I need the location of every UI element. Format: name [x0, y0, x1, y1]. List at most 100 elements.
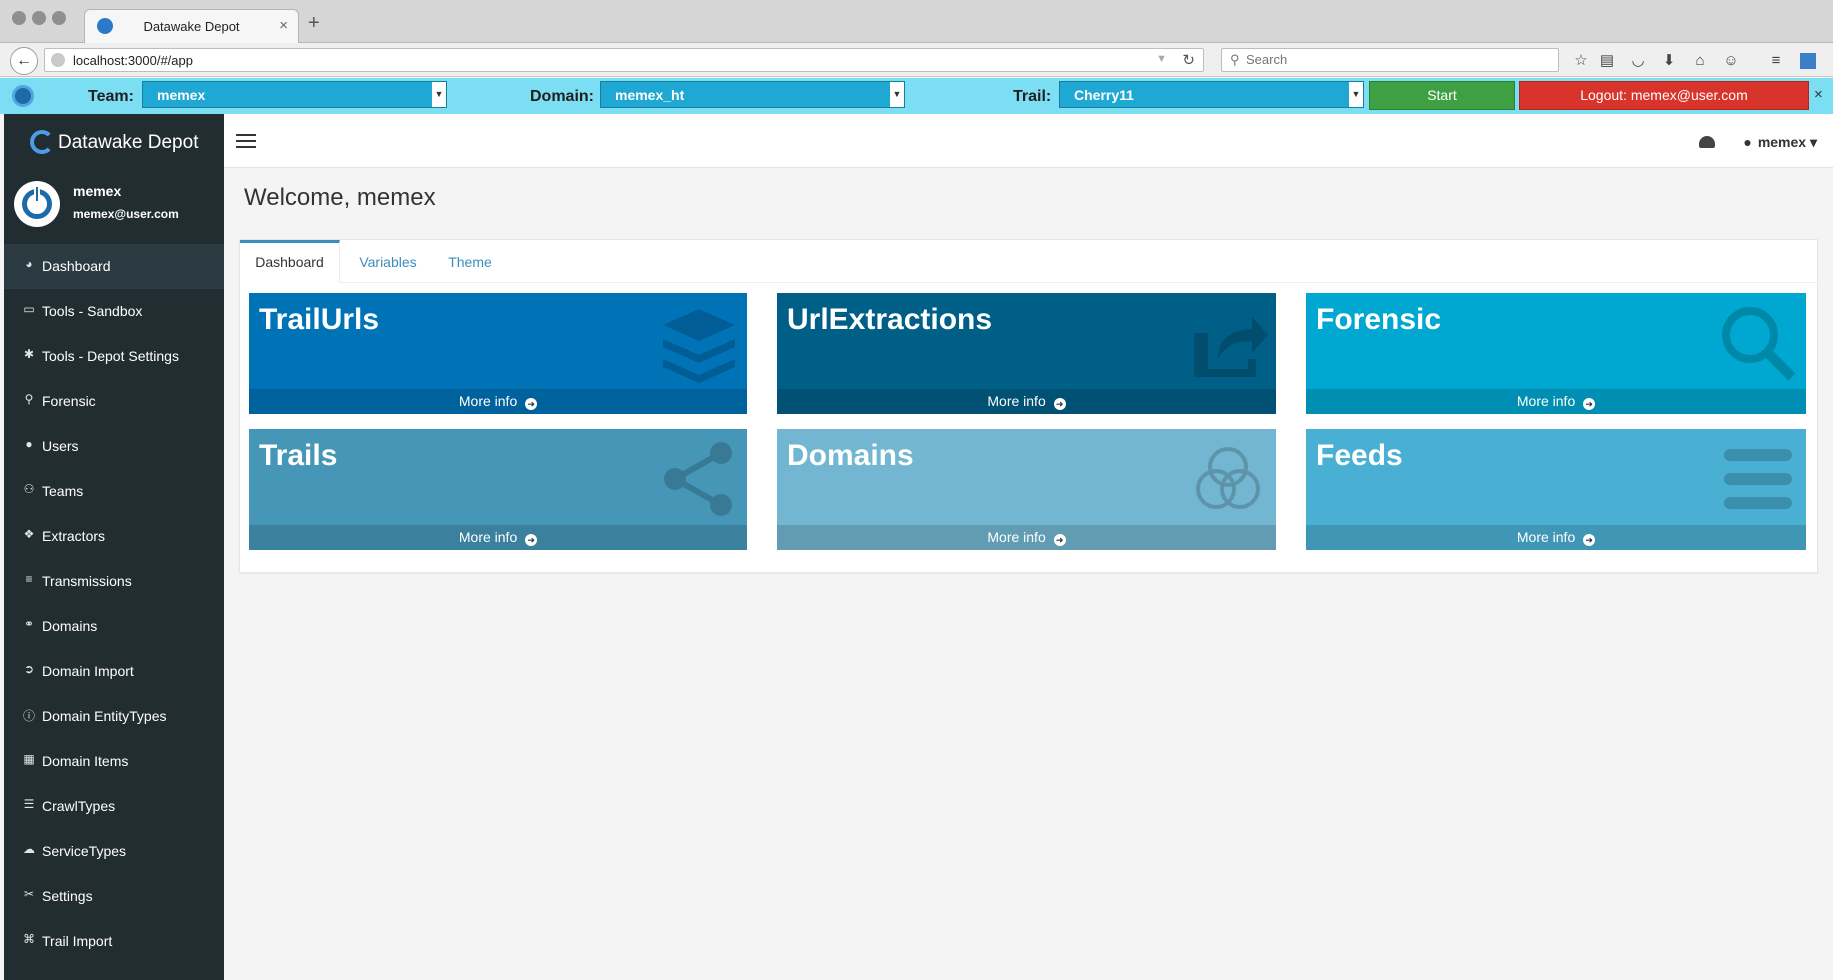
chevron-down-icon: ▼	[890, 82, 904, 107]
user-dropdown[interactable]: ● memex ▾	[1743, 134, 1817, 151]
sidebar-item-teams[interactable]: ⚇ Teams	[4, 469, 224, 514]
sidebar-item-settings[interactable]: ✂ Settings	[4, 874, 224, 919]
bookmark-star-icon[interactable]: ☆	[1572, 52, 1590, 70]
sidebar-item-label: Transmissions	[42, 573, 132, 589]
download-icon[interactable]: ⬇	[1660, 52, 1678, 70]
sidebar-item-tools-sandbox[interactable]: ▭ Tools - Sandbox	[4, 289, 224, 334]
more-info-link[interactable]: More info ➜	[1306, 389, 1806, 414]
more-info-label: More info	[1516, 529, 1576, 545]
brand-name: Datawake Depot	[58, 132, 199, 153]
user-icon: ●	[1743, 134, 1752, 150]
sidebar-item-label: Teams	[42, 483, 84, 499]
arrow-circle-right-icon: ➜	[525, 398, 538, 410]
more-info-label: More info	[987, 393, 1046, 409]
reading-list-icon[interactable]: ▤	[1598, 52, 1616, 70]
sidebar-item-crawltypes[interactable]: ☰ CrawlTypes	[4, 784, 224, 829]
sidebar-item-label: Settings	[42, 888, 93, 904]
more-info-link[interactable]: More info ➜	[249, 389, 747, 414]
team-select[interactable]: memex ▼	[142, 81, 447, 108]
browser-search-box[interactable]: ⚲	[1221, 48, 1559, 72]
inbox-icon: ▭	[23, 302, 35, 316]
more-info-link[interactable]: More info ➜	[777, 389, 1276, 414]
more-info-link[interactable]: More info ➜	[777, 525, 1276, 550]
url-text[interactable]: localhost:3000/#/app	[73, 53, 193, 68]
tab-variables[interactable]: Variables	[348, 240, 428, 283]
app-toolbar: Team: memex ▼ Domain: memex_ht ▼ Trail: …	[0, 78, 1833, 114]
user-dropdown-label: memex	[1757, 134, 1807, 150]
sidebar-item-domain-entitytypes[interactable]: ⓘ Domain EntityTypes	[4, 694, 224, 739]
circles-icon: ⚭	[23, 617, 35, 631]
user-email: memex@user.com	[73, 207, 179, 221]
sidebar-item-transmissions[interactable]: ≡ Transmissions	[4, 559, 224, 604]
sidebar-item-domain-items[interactable]: ▦ Domain Items	[4, 739, 224, 784]
tile-title: TrailUrls	[259, 303, 380, 336]
start-button[interactable]: Start	[1369, 81, 1515, 110]
sidebar-item-domains[interactable]: ⚭ Domains	[4, 604, 224, 649]
grid-icon: ▦	[23, 752, 35, 766]
sidebar-item-servicetypes[interactable]: ☁ ServiceTypes	[4, 829, 224, 874]
minimize-window-button[interactable]	[32, 11, 46, 25]
tile-title: Forensic	[1316, 303, 1442, 336]
user-name: memex	[73, 183, 122, 199]
trail-select[interactable]: Cherry11 ▼	[1059, 81, 1364, 108]
domain-select[interactable]: memex_ht ▼	[600, 81, 905, 108]
team-label: Team:	[88, 88, 134, 105]
list-icon: ≡	[25, 572, 33, 586]
sidebar-item-trail-import[interactable]: ⌘ Trail Import	[4, 919, 224, 964]
maximize-window-button[interactable]	[52, 11, 66, 25]
sidebar-item-label: Dashboard	[42, 258, 111, 274]
sidebar-item-label: Domains	[42, 618, 98, 634]
browser-tab[interactable]: Datawake Depot ×	[84, 9, 299, 43]
brand-logo-icon	[30, 130, 54, 154]
close-icon[interactable]: ×	[1814, 86, 1823, 103]
tab-theme[interactable]: Theme	[438, 240, 502, 283]
tile-forensic: Forensic More info ➜	[1306, 293, 1806, 414]
sidebar-item-label: Domain EntityTypes	[42, 708, 167, 724]
more-info-link[interactable]: More info ➜	[249, 525, 747, 550]
share-square-icon	[1188, 303, 1268, 383]
more-info-label: More info	[458, 393, 518, 409]
close-window-button[interactable]	[12, 11, 26, 25]
url-bar[interactable]: localhost:3000/#/app ▼ ↻	[44, 48, 1204, 72]
trail-label: Trail:	[1013, 88, 1052, 105]
tile-trails: Trails More info ➜	[249, 429, 747, 550]
sidebar-item-label: ServiceTypes	[42, 843, 127, 859]
logout-button[interactable]: Logout: memex@user.com	[1519, 81, 1809, 110]
sidebar-brand[interactable]: Datawake Depot	[4, 114, 224, 171]
close-tab-icon[interactable]: ×	[279, 17, 288, 34]
sidebar-item-extractors[interactable]: ❖ Extractors	[4, 514, 224, 559]
extension-icon[interactable]	[1800, 53, 1816, 69]
more-info-link[interactable]: More info ➜	[1306, 525, 1806, 550]
tab-dashboard[interactable]: Dashboard	[240, 240, 340, 283]
sidebar-item-label: Forensic	[42, 393, 96, 409]
site-info-icon[interactable]	[51, 53, 65, 67]
arrow-circle-right-icon: ➜	[525, 534, 538, 546]
chat-icon[interactable]: ☺	[1722, 52, 1740, 70]
sidebar-item-dashboard[interactable]: ◕ Dashboard	[4, 244, 224, 289]
tile-title: Trails	[259, 439, 338, 472]
back-button[interactable]: ←	[10, 47, 38, 75]
sidebar-item-forensic[interactable]: ⚲ Forensic	[4, 379, 224, 424]
home-icon[interactable]: ⌂	[1691, 52, 1709, 70]
browser-menu-icon[interactable]: ≡	[1767, 52, 1785, 70]
hamburger-menu-icon[interactable]	[236, 134, 256, 148]
sidebar-item-label: Domain Import	[42, 663, 134, 679]
dashboard-icon[interactable]	[1699, 136, 1715, 148]
team-value: memex	[157, 87, 206, 103]
wrench-icon: ✂	[23, 887, 35, 901]
sidebar-item-tools-depot-settings[interactable]: ✱ Tools - Depot Settings	[4, 334, 224, 379]
sidebar-item-domain-import[interactable]: ➲ Domain Import	[4, 649, 224, 694]
pocket-icon[interactable]: ◡	[1629, 52, 1647, 70]
sidebar-item-label: Users	[42, 438, 79, 454]
chevron-down-icon: ▼	[432, 82, 446, 107]
search-icon: ⚲	[1230, 52, 1240, 67]
reload-icon[interactable]: ↻	[1182, 51, 1195, 69]
browser-search-input[interactable]	[1246, 52, 1546, 67]
tile-title: Domains	[787, 439, 914, 472]
import-icon: ➲	[23, 662, 35, 676]
sidebar-item-users[interactable]: ● Users	[4, 424, 224, 469]
new-tab-icon[interactable]: +	[308, 12, 320, 35]
tile-feeds: Feeds More info ➜	[1306, 429, 1806, 550]
url-history-icon[interactable]: ▼	[1156, 53, 1167, 65]
chevron-down-icon: ▼	[1349, 82, 1363, 107]
